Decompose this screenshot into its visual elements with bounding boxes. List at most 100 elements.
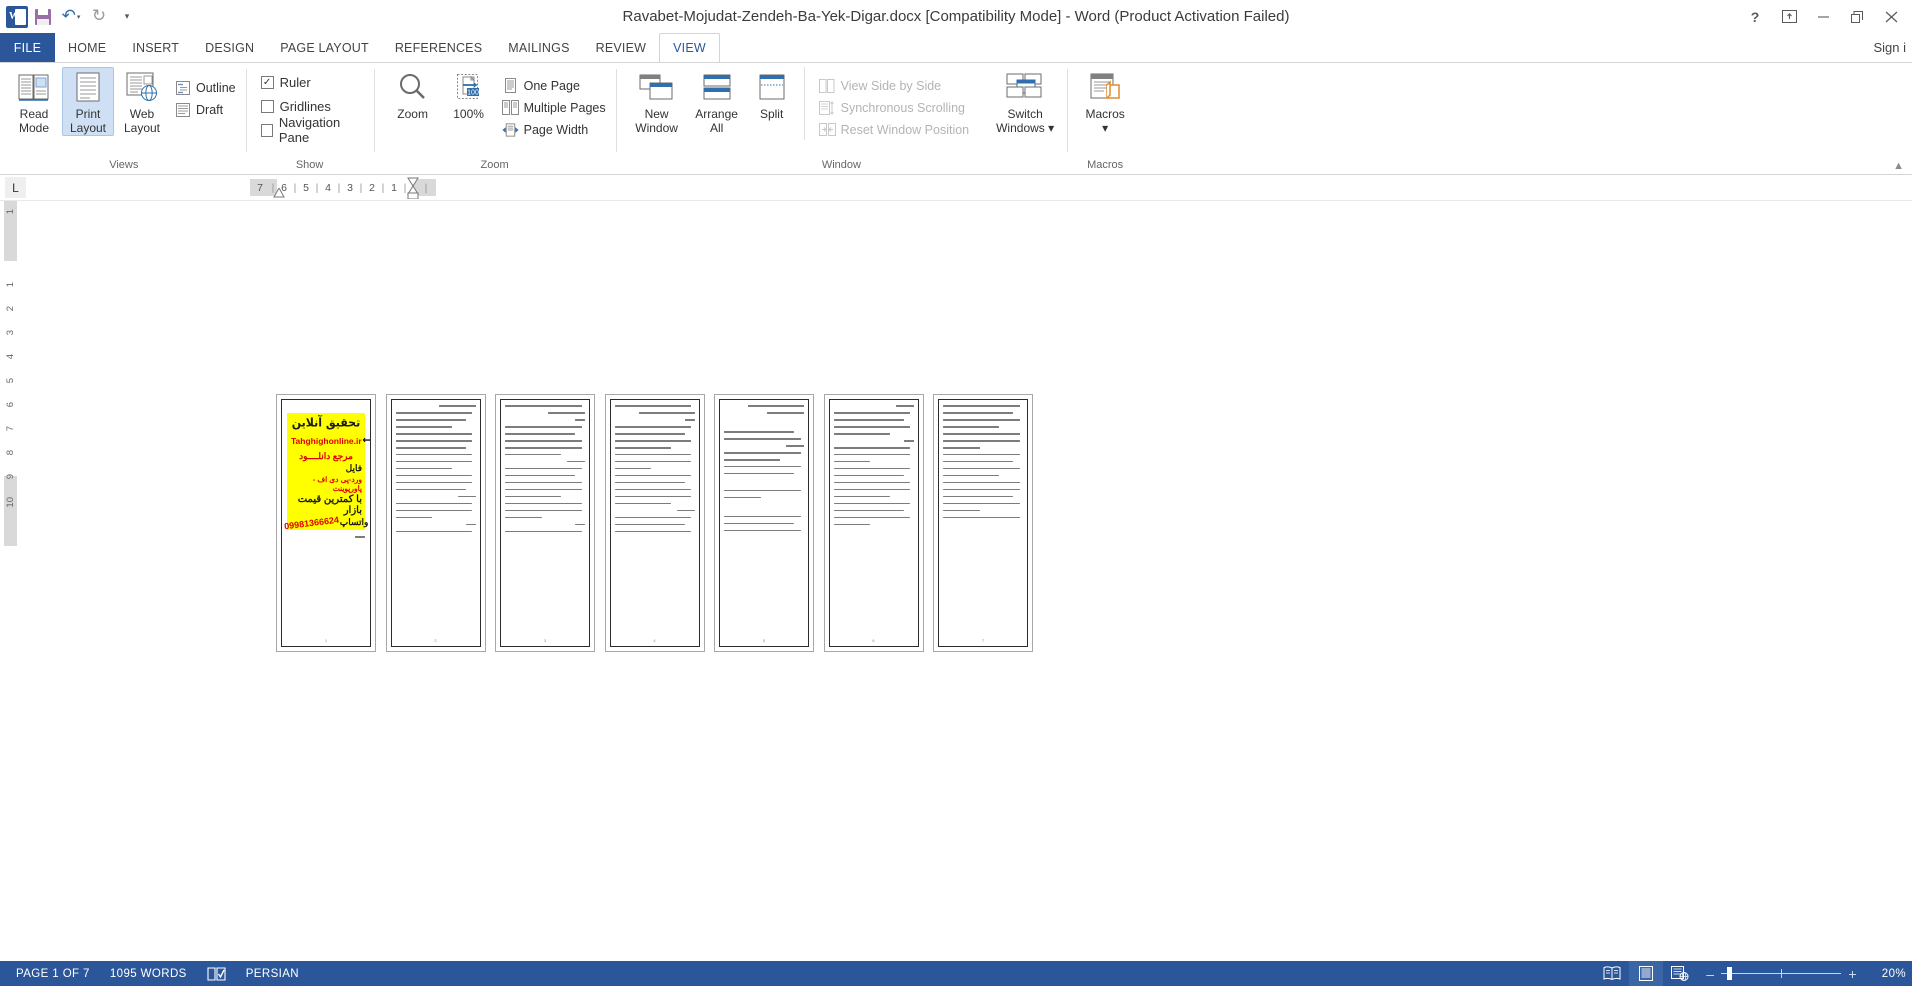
customize-qat-icon[interactable]: ▾ — [114, 4, 140, 30]
web-layout-label-bottom: Layout — [123, 121, 161, 135]
page-indicator[interactable]: PAGE 1 OF 7 — [6, 961, 100, 986]
ruler-mark-3: 3 — [347, 181, 353, 194]
tab-home[interactable]: HOME — [55, 33, 119, 62]
zoom-100-label: 100% — [453, 107, 484, 121]
navigation-pane-checkbox[interactable]: Navigation Pane — [258, 115, 368, 145]
switch-windows-label-bottom: Windows ▾ — [996, 121, 1055, 135]
one-page-button[interactable]: One Page — [498, 75, 610, 96]
tab-review[interactable]: REVIEW — [583, 33, 660, 62]
zoom-button[interactable]: Zoom — [386, 67, 440, 122]
redo-icon[interactable]: ↻ — [86, 4, 112, 30]
multiple-pages-button[interactable]: Multiple Pages — [498, 97, 610, 118]
zoom-slider[interactable]: – + — [1697, 967, 1866, 981]
zoom-out-button[interactable]: – — [1706, 967, 1714, 981]
save-icon[interactable] — [30, 4, 56, 30]
new-window-button[interactable]: New Window — [628, 67, 686, 136]
close-icon[interactable] — [1874, 2, 1908, 32]
page-thumbnail[interactable]: 6 — [823, 394, 924, 652]
view-side-by-side-button[interactable]: View Side by Side — [815, 75, 974, 96]
one-page-icon — [502, 78, 519, 94]
arrange-all-button[interactable]: Arrange All — [688, 67, 746, 136]
horizontal-ruler[interactable]: 7 | 6 | 5 | 4 | 3 | 2 | 1 | | — [250, 177, 436, 199]
reset-window-position-button[interactable]: Reset Window Position — [815, 119, 974, 140]
new-window-label-bottom: Window — [635, 121, 678, 135]
tab-stop-selector[interactable]: L — [5, 177, 26, 198]
read-mode-view-button[interactable] — [1595, 961, 1629, 986]
macros-label-top: Macros — [1085, 107, 1125, 121]
vertical-ruler[interactable]: 1 1 2 3 4 5 6 7 8 9 10 — [0, 201, 21, 961]
switch-windows-button[interactable]: Switch Windows ▾ — [989, 67, 1061, 136]
pages-area[interactable]: تحقیق آنلاین Tahghighonline.ir ⟵ مرجع دا… — [21, 201, 1912, 961]
flyer-phone: 09981366624 — [283, 514, 340, 531]
spelling-check-icon[interactable] — [197, 961, 236, 986]
tab-view[interactable]: VIEW — [659, 33, 720, 63]
ruler-mark-7: 7 — [257, 181, 263, 194]
ribbon-display-options-icon[interactable] — [1772, 2, 1806, 32]
print-layout-view-button[interactable] — [1629, 961, 1664, 986]
read-mode-icon — [18, 71, 51, 105]
vruler-mark: 1 — [5, 209, 16, 215]
reset-window-position-label: Reset Window Position — [840, 122, 970, 137]
arrow-left-icon: ⟵ — [363, 436, 370, 445]
page-number: 4 — [653, 638, 656, 643]
page-width-button[interactable]: Page Width — [498, 119, 610, 140]
language-indicator[interactable]: PERSIAN — [236, 961, 309, 986]
minimize-icon[interactable] — [1806, 2, 1840, 32]
split-button[interactable]: Split — [748, 67, 796, 122]
outline-button[interactable]: Outline — [170, 77, 240, 98]
collapse-ribbon-icon[interactable]: ▲ — [1893, 160, 1904, 172]
tab-mailings[interactable]: MAILINGS — [495, 33, 582, 62]
synchronous-scrolling-button[interactable]: Synchronous Scrolling — [815, 97, 974, 118]
outline-label: Outline — [196, 80, 236, 95]
draft-button[interactable]: Draft — [170, 99, 240, 120]
quick-access-toolbar: W ↶ ▾ ↻ ▾ — [0, 0, 140, 33]
window-controls: ? — [1738, 0, 1912, 33]
zoom-slider-track[interactable] — [1721, 967, 1842, 980]
undo-icon[interactable]: ↶ ▾ — [58, 4, 84, 30]
gridlines-checkbox[interactable]: Gridlines — [258, 95, 331, 117]
tab-file[interactable]: FILE — [0, 33, 55, 62]
zoom-slider-midpoint — [1781, 969, 1783, 978]
ribbon-group-macros: Macros ▾ Macros — [1067, 63, 1143, 174]
page-thumbnail[interactable]: 5 — [714, 394, 814, 652]
restore-icon[interactable] — [1840, 2, 1874, 32]
zoom-100-button[interactable]: 100 100% — [442, 67, 496, 122]
print-layout-button[interactable]: Print Layout — [62, 67, 114, 136]
page-thumbnail[interactable]: تحقیق آنلاین Tahghighonline.ir ⟵ مرجع دا… — [276, 394, 376, 652]
tab-design[interactable]: DESIGN — [192, 33, 267, 62]
ruler-checkbox[interactable]: ✓ Ruler — [258, 71, 311, 93]
ruler-tick: | — [424, 181, 428, 194]
page-thumbnail[interactable]: 7 — [933, 394, 1033, 652]
group-label-window: Window — [821, 159, 861, 171]
flyer-line-7: واتساپ 09981366624 — [283, 514, 368, 531]
synchronous-scrolling-label: Synchronous Scrolling — [840, 100, 965, 115]
tab-insert[interactable]: INSERT — [119, 33, 192, 62]
ribbon-group-show: ✓ Ruler Gridlines Navigation Pane Show — [245, 63, 374, 174]
group-label-zoom: Zoom — [480, 159, 509, 171]
sign-in-link[interactable]: Sign i — [1873, 33, 1912, 62]
flyer-line-3: مرجع دانلــــود — [299, 451, 353, 461]
synchronous-scrolling-icon — [819, 100, 836, 116]
zoom-in-button[interactable]: + — [1848, 967, 1857, 981]
tab-page-layout[interactable]: PAGE LAYOUT — [267, 33, 382, 62]
vruler-mark: 2 — [5, 306, 16, 312]
help-icon[interactable]: ? — [1738, 2, 1772, 32]
tab-references[interactable]: REFERENCES — [382, 33, 495, 62]
page-thumbnail[interactable]: 4 — [604, 394, 705, 652]
page-width-label: Page Width — [523, 122, 589, 137]
page-width-icon — [502, 122, 519, 138]
web-layout-view-button[interactable] — [1663, 961, 1697, 986]
page-thumbnail[interactable]: 2 — [385, 394, 486, 652]
zoom-label: Zoom — [397, 107, 428, 121]
flyer-line-6: با کمترین قیمت بازار — [297, 494, 363, 516]
word-count[interactable]: 1095 WORDS — [100, 961, 197, 986]
page-thumbnail[interactable]: 3 — [495, 394, 595, 652]
page-number: 3 — [543, 638, 547, 643]
read-mode-button[interactable]: Read Mode — [8, 67, 60, 136]
web-layout-button[interactable]: Web Layout — [116, 67, 168, 136]
ruler-mark-6: 6 — [281, 181, 287, 194]
macros-button[interactable]: Macros ▾ — [1074, 67, 1136, 136]
zoom-slider-handle[interactable] — [1727, 967, 1733, 980]
split-icon — [758, 71, 786, 105]
zoom-level[interactable]: 20% — [1866, 968, 1906, 980]
